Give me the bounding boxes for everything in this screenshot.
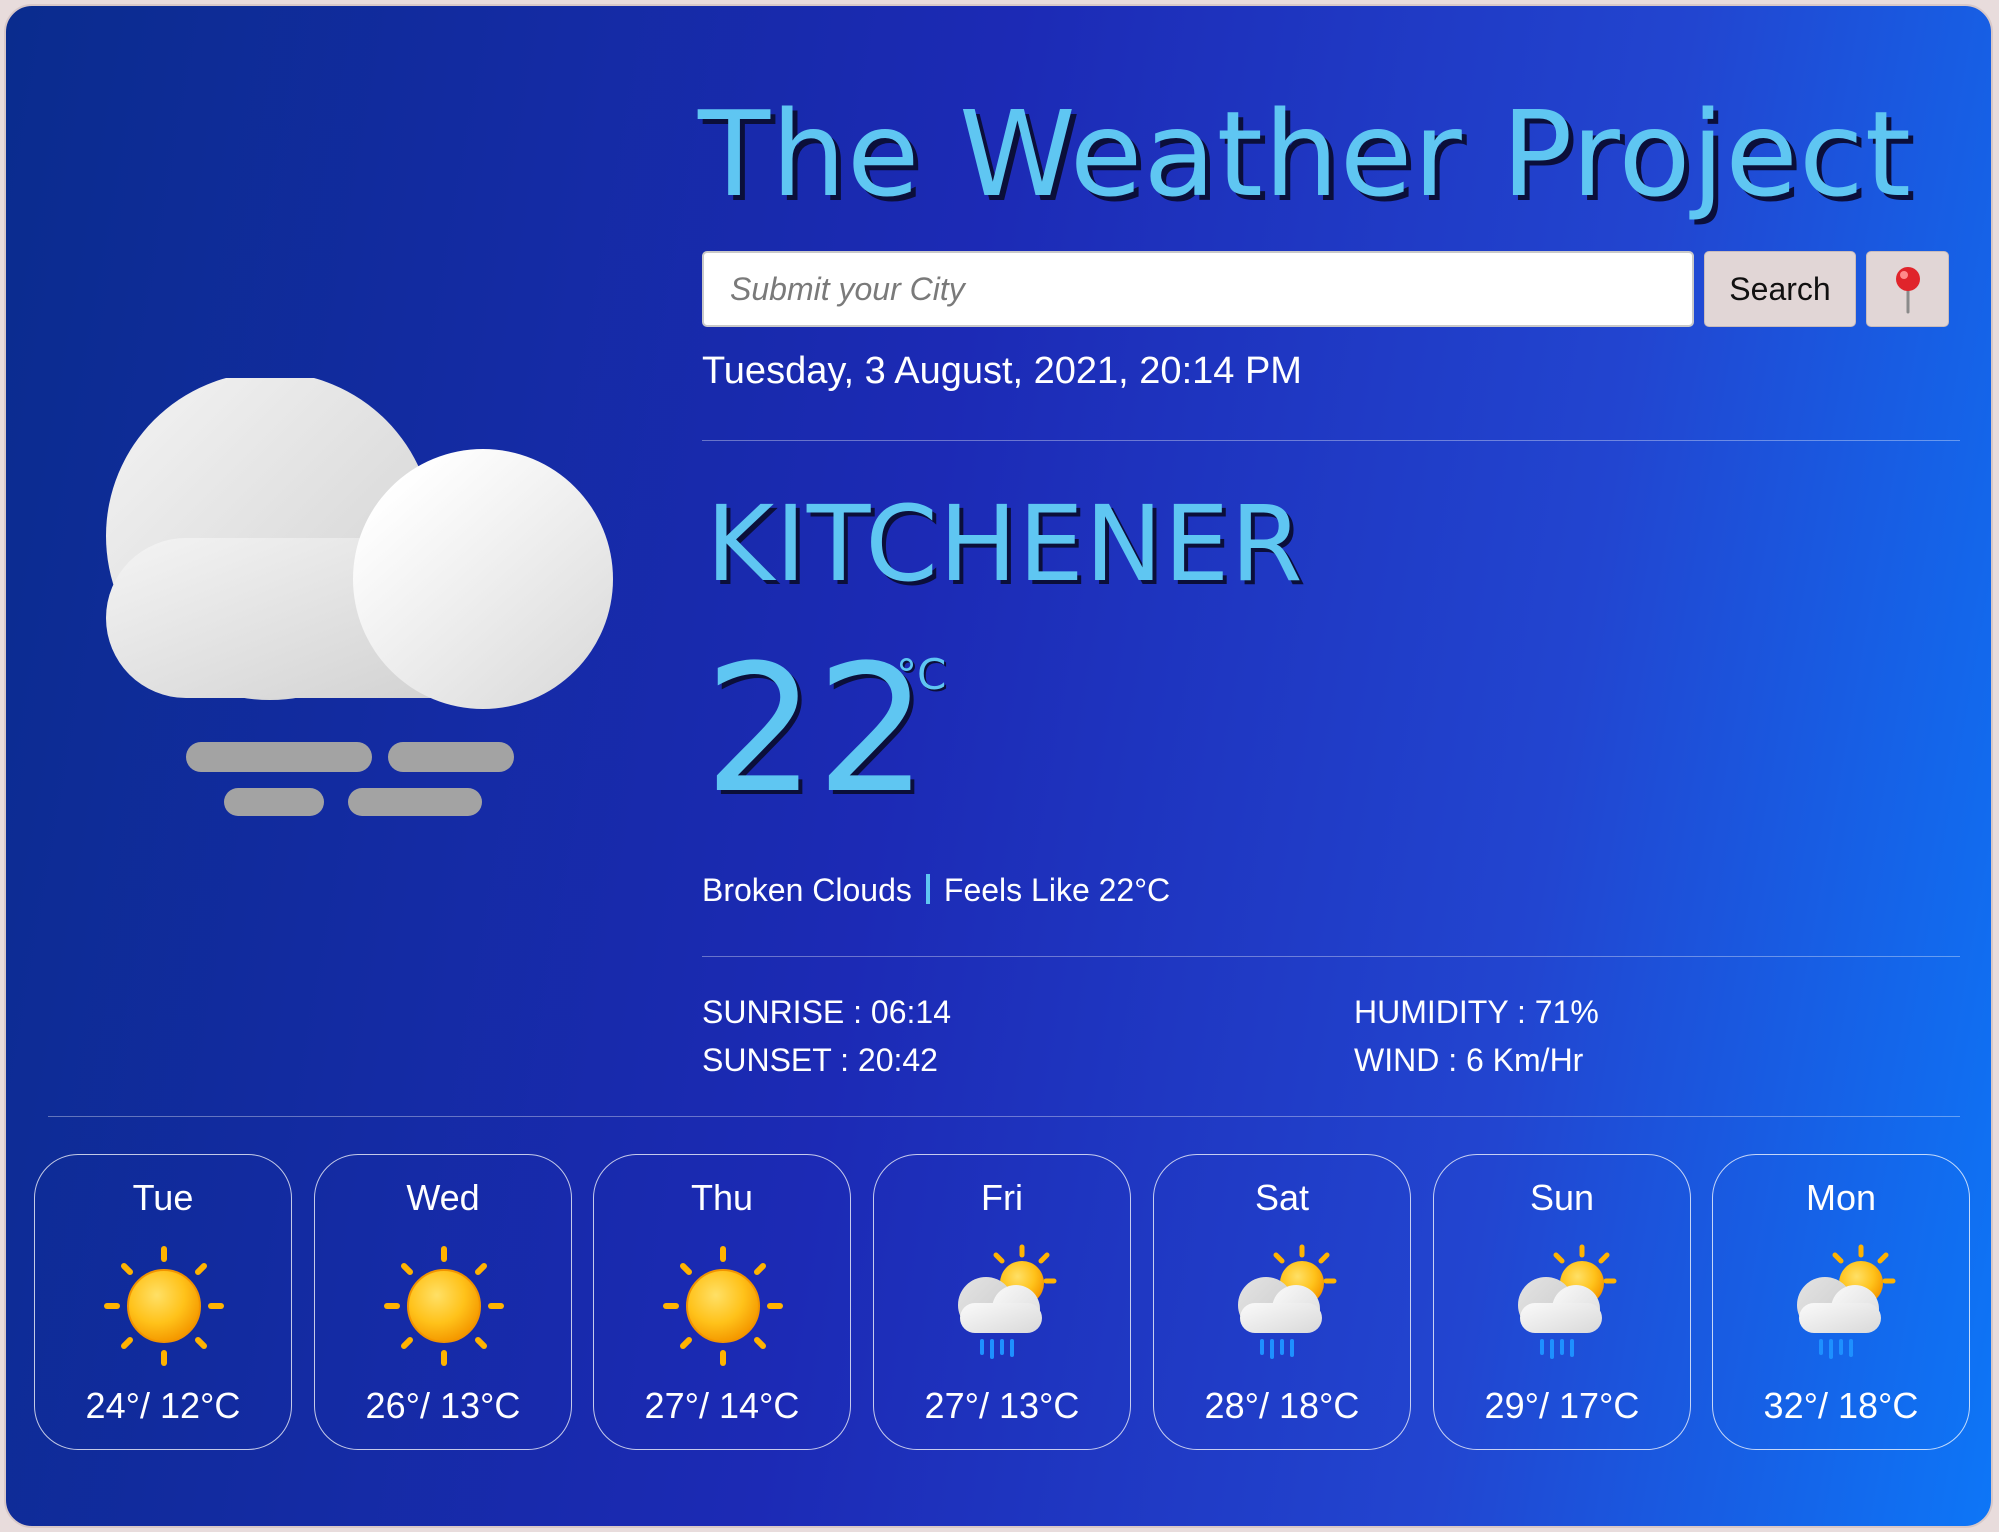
feels-like: Feels Like 22°C [943, 872, 1171, 908]
forecast-card: Sat 28°/ 18°C [1153, 1154, 1411, 1450]
sun-icon [658, 1241, 788, 1371]
sun-icon [99, 1241, 229, 1371]
forecast-day: Sun [1529, 1177, 1595, 1218]
round-pushpin-icon [1895, 267, 1920, 314]
sun-cloud-rain-icon [938, 1241, 1068, 1371]
forecast-day: Fri [981, 1177, 1023, 1218]
search-button[interactable]: Search [1704, 251, 1856, 327]
app-window: The Weather Project Search Tuesday, 3 Au… [4, 4, 1993, 1528]
forecast-day: Thu [690, 1177, 754, 1218]
forecast-temps: 27°/ 13°C [924, 1385, 1080, 1426]
humidity-value: HUMIDITY : 71% [1354, 994, 1599, 1030]
forecast-card: Fri 27°/ 13°C [873, 1154, 1131, 1450]
sun-cloud-rain-icon [1498, 1241, 1628, 1371]
forecast-day: Mon [1805, 1177, 1877, 1218]
forecast-temps: 24°/ 12°C [85, 1385, 241, 1426]
forecast-card: Tue 24°/ 12°C [34, 1154, 292, 1450]
sun-icon [379, 1241, 509, 1371]
app-title: The Weather Project [698, 85, 1913, 223]
forecast-temps: 26°/ 13°C [365, 1385, 521, 1426]
city-search-input[interactable] [702, 251, 1694, 327]
current-location-button[interactable] [1866, 251, 1949, 327]
forecast-day: Tue [132, 1177, 194, 1218]
sun-cloud-rain-icon [1218, 1241, 1348, 1371]
separator [925, 873, 930, 904]
weather-summary: Broken Clouds Feels Like 22°C [702, 872, 1170, 909]
divider [48, 1116, 1960, 1117]
temperature-unit: °C [896, 650, 947, 699]
divider [702, 956, 1960, 957]
current-temperature: 22 [704, 627, 928, 832]
city-name: KITCHENER [706, 483, 1304, 605]
broken-clouds-mist-icon [106, 378, 613, 816]
weather-description: Broken Clouds [702, 872, 912, 908]
forecast-card: Thu 27°/ 14°C [593, 1154, 851, 1450]
forecast-card: Wed 26°/ 13°C [314, 1154, 572, 1450]
divider [702, 440, 1960, 441]
forecast-card: Sun 29°/ 17°C [1433, 1154, 1691, 1450]
sunset-time: SUNSET : 20:42 [702, 1042, 938, 1078]
sun-cloud-rain-icon [1777, 1241, 1907, 1371]
wind-value: WIND : 6 Km/Hr [1354, 1042, 1584, 1078]
forecast-temps: 29°/ 17°C [1484, 1385, 1640, 1426]
sunrise-time: SUNRISE : 06:14 [702, 994, 951, 1030]
forecast-day: Sat [1254, 1177, 1310, 1218]
forecast-temps: 28°/ 18°C [1204, 1385, 1360, 1426]
forecast-day: Wed [406, 1177, 480, 1218]
forecast-temps: 27°/ 14°C [644, 1385, 800, 1426]
forecast-temps: 32°/ 18°C [1763, 1385, 1919, 1426]
forecast-card: Mon 32°/ 18°C [1712, 1154, 1970, 1450]
current-datetime: Tuesday, 3 August, 2021, 20:14 PM [702, 350, 1302, 392]
